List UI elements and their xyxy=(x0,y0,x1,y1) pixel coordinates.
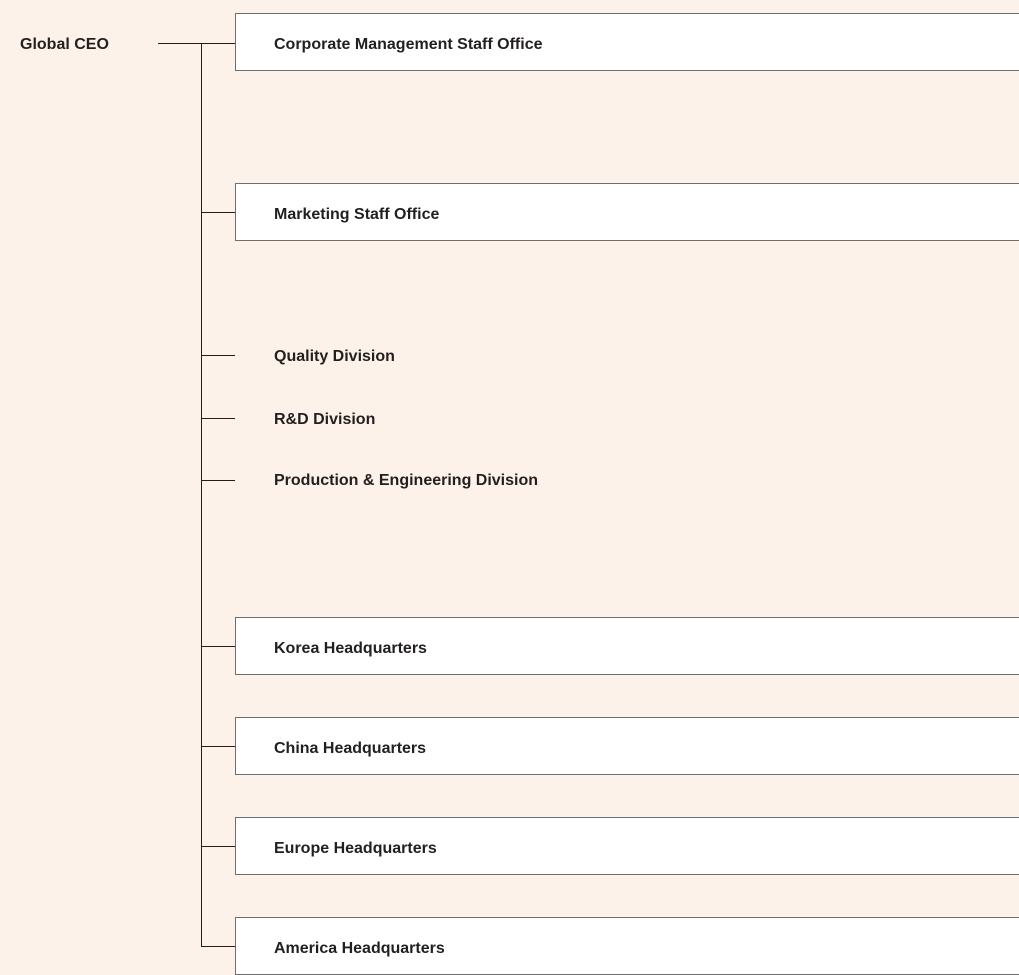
node-label-rnd: R&D Division xyxy=(274,411,376,428)
node-label-china-hq: China Headquarters xyxy=(274,740,427,757)
node-label-korea-hq: Korea Headquarters xyxy=(274,640,427,657)
node-label-production-engineering: Production & Engineering Division xyxy=(274,472,539,489)
root-node-global-ceo: Global CEO xyxy=(20,36,109,53)
node-label-europe-hq: Europe Headquarters xyxy=(274,840,437,857)
branch-connector-korea-hq xyxy=(201,646,235,647)
node-label-marketing: Marketing Staff Office xyxy=(274,206,440,223)
org-chart: { "root": { "label": "Global CEO" }, "no… xyxy=(0,0,1019,975)
branch-connector-production-engineering xyxy=(201,480,235,481)
branch-connector-europe-hq xyxy=(201,846,235,847)
node-label-america-hq: America Headquarters xyxy=(274,940,445,957)
branch-connector-quality xyxy=(201,355,235,356)
branch-connector-marketing xyxy=(201,212,235,213)
branch-connector-china-hq xyxy=(201,746,235,747)
node-label-quality: Quality Division xyxy=(274,348,395,365)
node-label-corporate-management: Corporate Management Staff Office xyxy=(274,36,543,53)
trunk-line xyxy=(201,43,202,947)
branch-connector-rnd xyxy=(201,418,235,419)
branch-connector-america-hq xyxy=(201,946,235,947)
root-connector xyxy=(158,43,236,44)
